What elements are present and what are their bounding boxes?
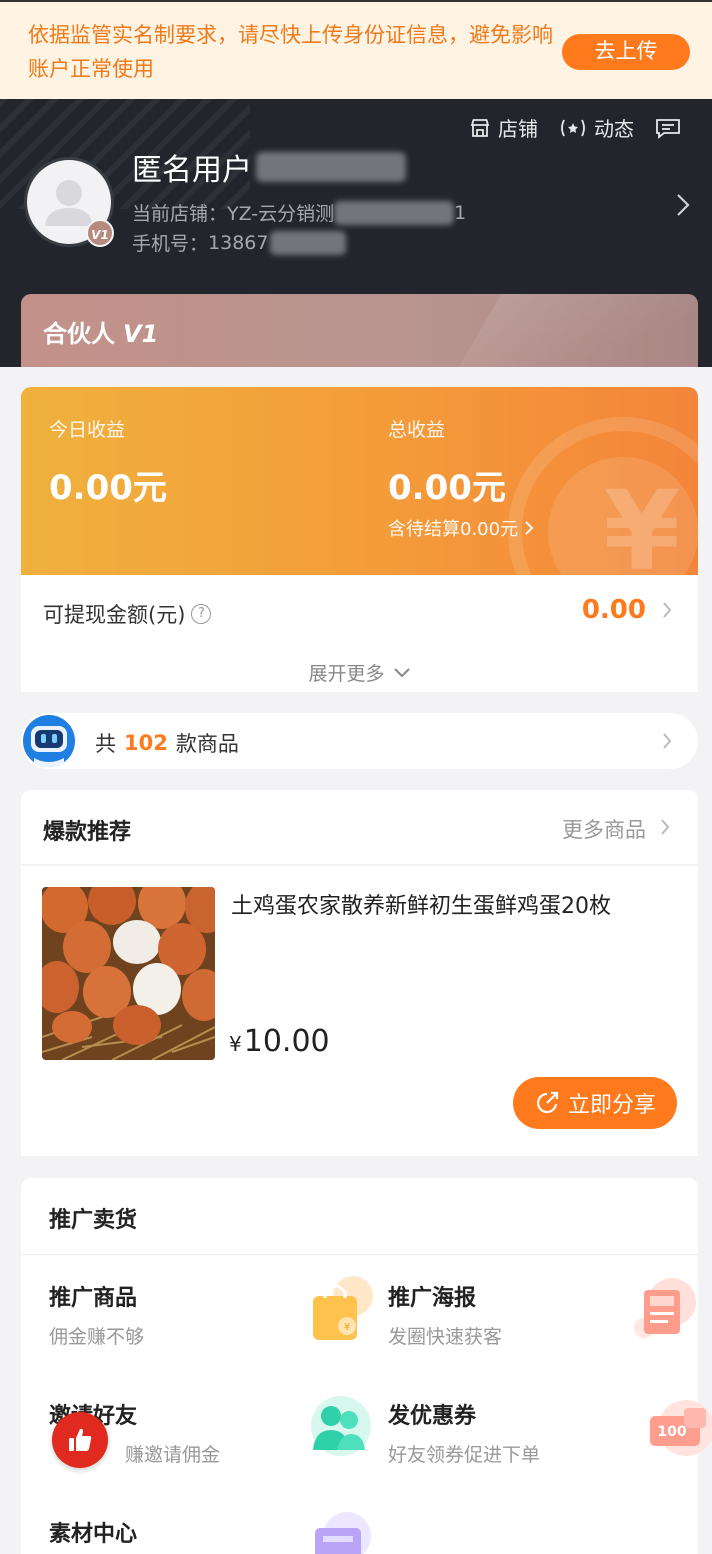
svg-text:¥: ¥ [344, 1322, 350, 1333]
withdraw-label-text: 可提现金额(元) [43, 603, 186, 627]
store-link[interactable]: 店铺 [468, 113, 538, 142]
promote-item-title: 素材中心 [49, 1522, 138, 1547]
share-now-button[interactable]: 立即分享 [513, 1077, 677, 1129]
product-price: ¥ 10.00 [229, 1024, 330, 1059]
partner-level: V1 [123, 320, 159, 348]
total-earnings[interactable]: 总收益 0.00元 含待结算0.00元 [388, 415, 534, 541]
count-suffix: 款商品 [175, 732, 239, 756]
price-value: 10.00 [243, 1024, 330, 1059]
store-suffix: 1 [454, 201, 467, 224]
promote-item-title: 推广海报 [388, 1286, 477, 1311]
message-link[interactable] [654, 116, 682, 140]
chevron-down-icon [393, 667, 410, 677]
hot-recommend-title: 爆款推荐 [43, 820, 132, 845]
product-card[interactable]: 土鸡蛋农家散养新鲜初生蛋鲜鸡蛋20枚 ¥ 10.00 立即分享 [21, 866, 698, 1156]
store-link-label: 店铺 [498, 117, 538, 141]
shopping-bag-icon: ¥ [313, 1276, 373, 1340]
profile-chevron-icon[interactable] [676, 193, 690, 217]
promote-title: 推广卖货 [49, 1208, 138, 1233]
robot-icon [21, 713, 77, 769]
product-name[interactable]: 土鸡蛋农家散养新鲜初生蛋鲜鸡蛋20枚 [231, 888, 611, 920]
phone-label: 手机号： [132, 233, 209, 255]
price-currency: ¥ [229, 1032, 242, 1056]
product-count-text: 共 102 款商品 [95, 728, 239, 758]
store-masked [334, 200, 455, 225]
phone-number: 手机号： 13867 [132, 229, 347, 256]
phone-value: 13867 [208, 231, 269, 254]
material-center-item[interactable]: 素材中心 [49, 1512, 371, 1554]
thumbs-up-icon [69, 1428, 92, 1451]
count-chevron-icon [663, 733, 672, 749]
moments-link-label: 动态 [594, 117, 634, 141]
share-now-label: 立即分享 [567, 1092, 656, 1117]
hot-recommend-header: 爆款推荐 更多商品 [21, 790, 698, 864]
help-icon[interactable]: ? [191, 604, 212, 624]
message-icon [656, 118, 680, 139]
product-image[interactable] [42, 887, 215, 1060]
header-actions: 店铺 动态 [468, 113, 682, 142]
avatar-level-badge: V1 [86, 219, 114, 247]
count-prefix: 共 [95, 732, 116, 756]
promote-item-subtitle: 赚邀请佣金 [125, 1444, 221, 1466]
withdrawable-section: 可提现金额(元) ? 0.00 展开更多 [21, 575, 698, 692]
pending-settlement-text: 含待结算0.00元 [388, 519, 519, 540]
promote-item-subtitle: 发圈快速获客 [388, 1326, 503, 1348]
current-store: 当前店铺： YZ-云分销测 1 [132, 199, 466, 226]
promote-item-subtitle: 好友领券促进下单 [388, 1444, 541, 1466]
today-earnings-value: 0.00元 [49, 468, 167, 508]
poster-icon [634, 1278, 696, 1338]
user-name-masked [256, 152, 406, 182]
withdraw-value[interactable]: 0.00 [582, 595, 646, 625]
earnings-card: ¥ 今日收益 0.00元 总收益 0.00元 含待结算0.00元 [21, 387, 698, 575]
store-label: 当前店铺： [132, 203, 228, 225]
today-earnings-label: 今日收益 [49, 419, 126, 441]
material-icon [315, 1512, 371, 1554]
promote-item-subtitle: 佣金赚不够 [49, 1326, 145, 1348]
coupon-icon: 100 [650, 1400, 712, 1456]
more-products-link[interactable]: 更多商品 [562, 814, 646, 844]
phone-masked [270, 230, 347, 255]
realname-notice: 依据监管实名制要求，请尽快上传身份证信息，避免影响账户正常使用 去上传 [0, 0, 712, 99]
pending-settlement[interactable]: 含待结算0.00元 [388, 515, 534, 541]
send-coupon-item[interactable]: 发优惠券 好友领券促进下单 100 [388, 1398, 712, 1488]
partner-title: 合伙人 V1 [43, 314, 158, 349]
withdraw-label: 可提现金额(元) ? [43, 599, 212, 629]
upload-id-button[interactable]: 去上传 [562, 34, 690, 70]
promote-section: 推广卖货 推广商品 佣金赚不够 ¥ 推广海报 发圈快速获客 邀请好友 赚邀请佣金 [21, 1178, 712, 1554]
user-name: 匿名用户 [132, 145, 406, 189]
promote-item-title: 发优惠券 [388, 1404, 477, 1429]
partner-level-card[interactable]: 合伙人 V1 [21, 294, 698, 367]
total-earnings-label: 总收益 [388, 419, 446, 441]
withdraw-chevron-icon[interactable] [662, 601, 672, 619]
store-icon [470, 118, 490, 137]
chevron-right-icon [525, 521, 534, 535]
more-chevron-icon[interactable] [660, 818, 670, 836]
expand-more-button[interactable]: 展开更多 [21, 659, 698, 686]
product-count-bar[interactable]: 共 102 款商品 [21, 713, 698, 769]
partner-label: 合伙人 [43, 320, 115, 348]
yen-icon: ¥ [603, 467, 680, 575]
coupon-value: 100 [657, 1424, 686, 1440]
product-count: 102 [124, 731, 168, 755]
promote-poster-item[interactable]: 推广海报 发圈快速获客 [388, 1278, 708, 1370]
promote-item-title: 推广商品 [49, 1286, 138, 1311]
eggs-image-icon [42, 887, 215, 1060]
expand-more-label: 展开更多 [308, 663, 385, 685]
broadcast-icon [561, 119, 585, 136]
notice-text: 依据监管实名制要求，请尽快上传身份证信息，避免影响账户正常使用 [28, 23, 553, 81]
promote-products-item[interactable]: 推广商品 佣金赚不够 ¥ [49, 1276, 373, 1370]
moments-link[interactable]: 动态 [558, 113, 634, 142]
profile-header: 店铺 动态 V1 匿名用户 当前店铺： YZ-云分销测 1 手机号： 13867… [0, 99, 712, 367]
like-float-button[interactable] [52, 1412, 108, 1468]
users-icon [311, 1396, 371, 1456]
share-icon [536, 1091, 559, 1114]
total-earnings-value: 0.00元 [388, 468, 506, 508]
store-value: YZ-云分销测 [227, 203, 335, 225]
today-earnings: 今日收益 0.00元 [49, 415, 167, 509]
promote-divider [21, 1254, 698, 1255]
user-name-text: 匿名用户 [132, 153, 252, 188]
